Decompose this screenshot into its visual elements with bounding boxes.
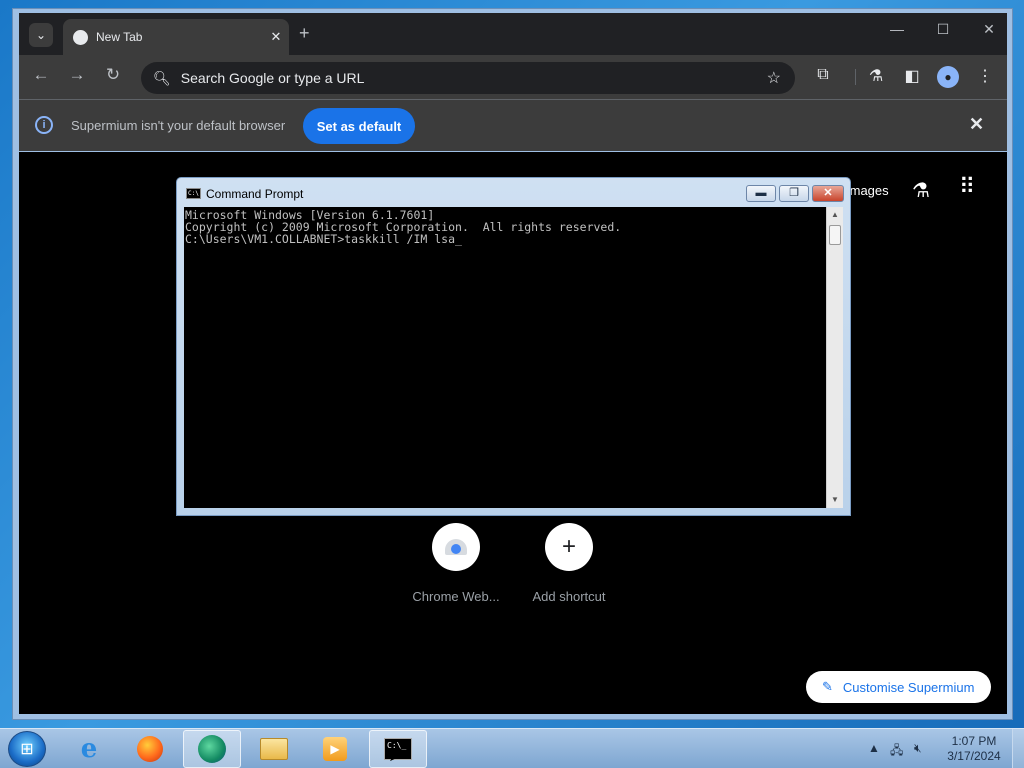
console-command: C:\Users\VM1.COLLABNET>taskkill /IM lsa [185, 232, 456, 246]
console-prompt-line: C:\Users\VM1.COLLABNET>taskkill /IM lsa_ [185, 233, 825, 245]
network-icon[interactable]: 🖧 [890, 741, 903, 762]
chrome-web-store-icon [445, 539, 467, 555]
info-icon: i [35, 116, 53, 134]
internet-explorer-icon: e [80, 734, 98, 764]
bookmark-star-icon[interactable]: ☆ [767, 68, 781, 88]
labs-icon[interactable]: ⚗ [865, 66, 887, 86]
maximize-button[interactable]: ☐ [923, 21, 963, 38]
taskbar-file-explorer[interactable] [245, 730, 303, 768]
forward-button[interactable]: → [65, 65, 89, 85]
console-scrollbar[interactable]: ▲ ▼ [826, 207, 843, 508]
taskbar-media-player[interactable]: ▶ [306, 730, 364, 768]
browser-toolbar: ← → ↻ 🔍︎ Search Google or type a URL ☆ ⧉… [19, 55, 1007, 99]
images-link[interactable]: Images [846, 183, 889, 198]
omnibox[interactable]: 🔍︎ Search Google or type a URL ☆ [141, 62, 795, 94]
clock-time: 1:07 PM [951, 734, 997, 748]
plus-icon: + [561, 533, 576, 560]
edge-icon [198, 735, 226, 763]
menu-icon[interactable]: ⋮ [974, 66, 996, 86]
tab-close-icon[interactable]: ✕ [263, 29, 289, 45]
favicon-icon [73, 29, 88, 45]
tab-strip: ⌄ New Tab ✕ + — ☐ ✕ [19, 13, 1007, 55]
labs-flask-icon[interactable]: ⚗ [912, 178, 930, 203]
extensions-icon[interactable]: ⧉ [812, 66, 834, 84]
toolbar-divider [855, 69, 856, 85]
system-clock[interactable]: 1:07 PM 3/17/2024 [940, 734, 1008, 764]
chevron-down-icon: ⌄ [35, 28, 47, 42]
customise-label: Customise Supermium [842, 679, 975, 695]
reload-button[interactable]: ↻ [101, 65, 125, 85]
shortcut-label: Add shortcut [532, 589, 606, 604]
search-icon: 🔍︎ [153, 69, 171, 86]
volume-muted-icon[interactable]: 🔇︎ [914, 741, 922, 756]
apps-grid-icon[interactable]: ⠿ [959, 174, 975, 200]
cmd-maximize-button[interactable]: ❐ [779, 185, 809, 202]
taskbar-firefox[interactable] [121, 730, 179, 768]
omnibox-placeholder: Search Google or type a URL [180, 70, 365, 86]
tab-new-tab[interactable]: New Tab ✕ [63, 19, 289, 55]
folder-icon [260, 738, 288, 760]
infobar-close-icon[interactable]: ✕ [969, 114, 984, 135]
taskbar-internet-explorer[interactable]: e [60, 730, 118, 768]
shortcut-chrome-web-store[interactable]: Chrome Web... [401, 523, 511, 604]
cmd-titlebar[interactable]: C:\ Command Prompt ▬ ❐ ✕ [177, 178, 850, 206]
customise-button[interactable]: ✎ Customise Supermium [806, 671, 991, 703]
tab-search-button[interactable]: ⌄ [29, 23, 53, 47]
command-prompt-window[interactable]: C:\ Command Prompt ▬ ❐ ✕ Microsoft Windo… [176, 177, 851, 516]
console-output[interactable]: Microsoft Windows [Version 6.1.7601] Copy… [184, 207, 826, 508]
scroll-down-icon[interactable]: ▼ [827, 492, 843, 508]
clock-date: 3/17/2024 [947, 749, 1001, 763]
media-player-icon: ▶ [323, 737, 347, 761]
windows-logo-icon: ⊞ [20, 741, 34, 758]
mouse-cursor-icon: ➤ [388, 745, 404, 765]
shortcut-tile [432, 523, 480, 571]
window-close-button[interactable]: ✕ [969, 21, 1009, 38]
taskbar: ⊞ e ▶ C:\_ ▲ 🖧 🔇︎ 1:07 PM 3/17/2024 [0, 728, 1024, 768]
text-caret: _ [455, 232, 462, 246]
show-hidden-icons-icon[interactable]: ▲ [868, 741, 880, 755]
profile-icon[interactable]: ● [937, 66, 959, 88]
shortcut-add[interactable]: + Add shortcut [514, 523, 624, 604]
minimize-button[interactable]: — [877, 21, 917, 37]
scroll-thumb[interactable] [829, 225, 841, 245]
tab-title: New Tab [96, 30, 143, 44]
start-button[interactable]: ⊞ [8, 731, 46, 767]
side-panel-icon[interactable]: ◧ [901, 66, 923, 86]
firefox-icon [137, 736, 163, 762]
cmd-minimize-button[interactable]: ▬ [746, 185, 776, 202]
infobar-message: Supermium isn't your default browser [71, 118, 286, 133]
new-tab-button[interactable]: + [299, 23, 310, 44]
cmd-title: Command Prompt [206, 187, 304, 201]
shortcut-label: Chrome Web... [412, 589, 500, 604]
taskbar-edge[interactable] [183, 730, 241, 768]
scroll-up-icon[interactable]: ▲ [827, 207, 843, 223]
cmd-app-icon: C:\ [186, 188, 201, 199]
cmd-close-button[interactable]: ✕ [812, 185, 844, 202]
pencil-icon: ✎ [822, 679, 833, 694]
default-browser-infobar: i Supermium isn't your default browser S… [19, 99, 1007, 151]
show-desktop-button[interactable] [1012, 729, 1024, 768]
shortcut-tile: + [545, 523, 593, 571]
set-as-default-button[interactable]: Set as default [303, 108, 415, 144]
back-button[interactable]: ← [29, 65, 53, 85]
